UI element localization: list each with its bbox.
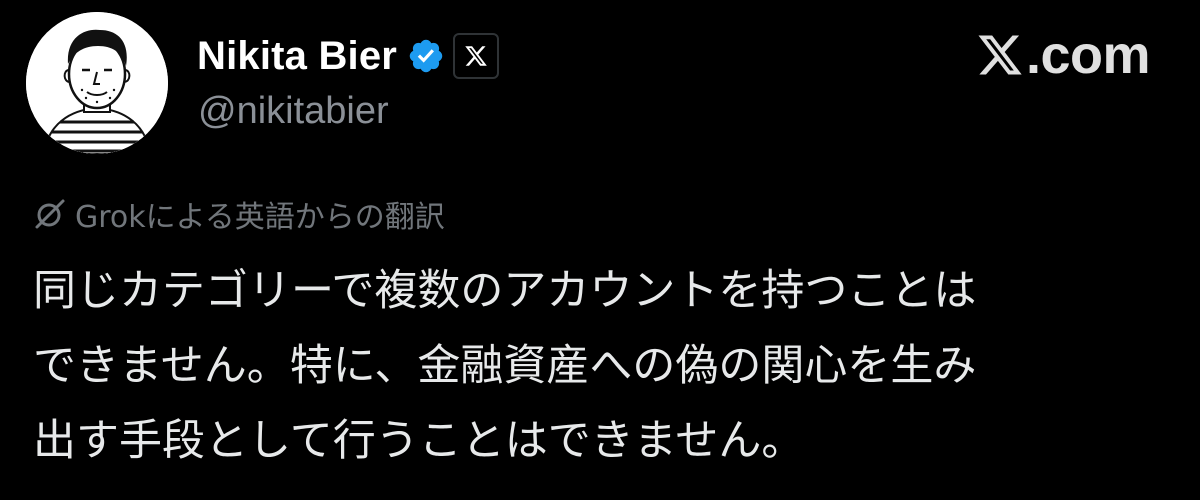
tweet-text: 同じカテゴリーで複数のアカウントを持つことは できません。特に、金融資産への偽の…: [33, 254, 1173, 479]
grok-icon: [35, 199, 65, 229]
brand-watermark: .com: [976, 24, 1151, 86]
affiliation-badge[interactable]: [453, 33, 500, 79]
avatar-illustration: [26, 12, 168, 154]
tweet-text-line: 同じカテゴリーで複数のアカウントを持つことは: [33, 266, 977, 316]
author-name-row: Nikita Bier: [197, 26, 500, 86]
tweet-text-line: 出す手段として行うことはできません。: [33, 416, 805, 466]
avatar[interactable]: [26, 12, 168, 154]
tweet-card: Nikita Bier @nikitabier .com Grokによる英語から…: [0, 0, 1200, 500]
author-handle[interactable]: @nikitabier: [198, 90, 389, 133]
x-logo-icon: [978, 35, 1022, 75]
author-display-name[interactable]: Nikita Bier: [197, 34, 397, 79]
translation-note[interactable]: Grokによる英語からの翻訳: [33, 192, 445, 236]
tweet-text-line: できません。特に、金融資産への偽の関心を生み: [33, 341, 977, 391]
verified-badge-icon: [407, 37, 445, 75]
translation-label: Grokによる英語からの翻訳: [75, 200, 445, 235]
x-logo-icon: [465, 46, 487, 66]
brand-domain-text: .com: [1025, 25, 1151, 85]
